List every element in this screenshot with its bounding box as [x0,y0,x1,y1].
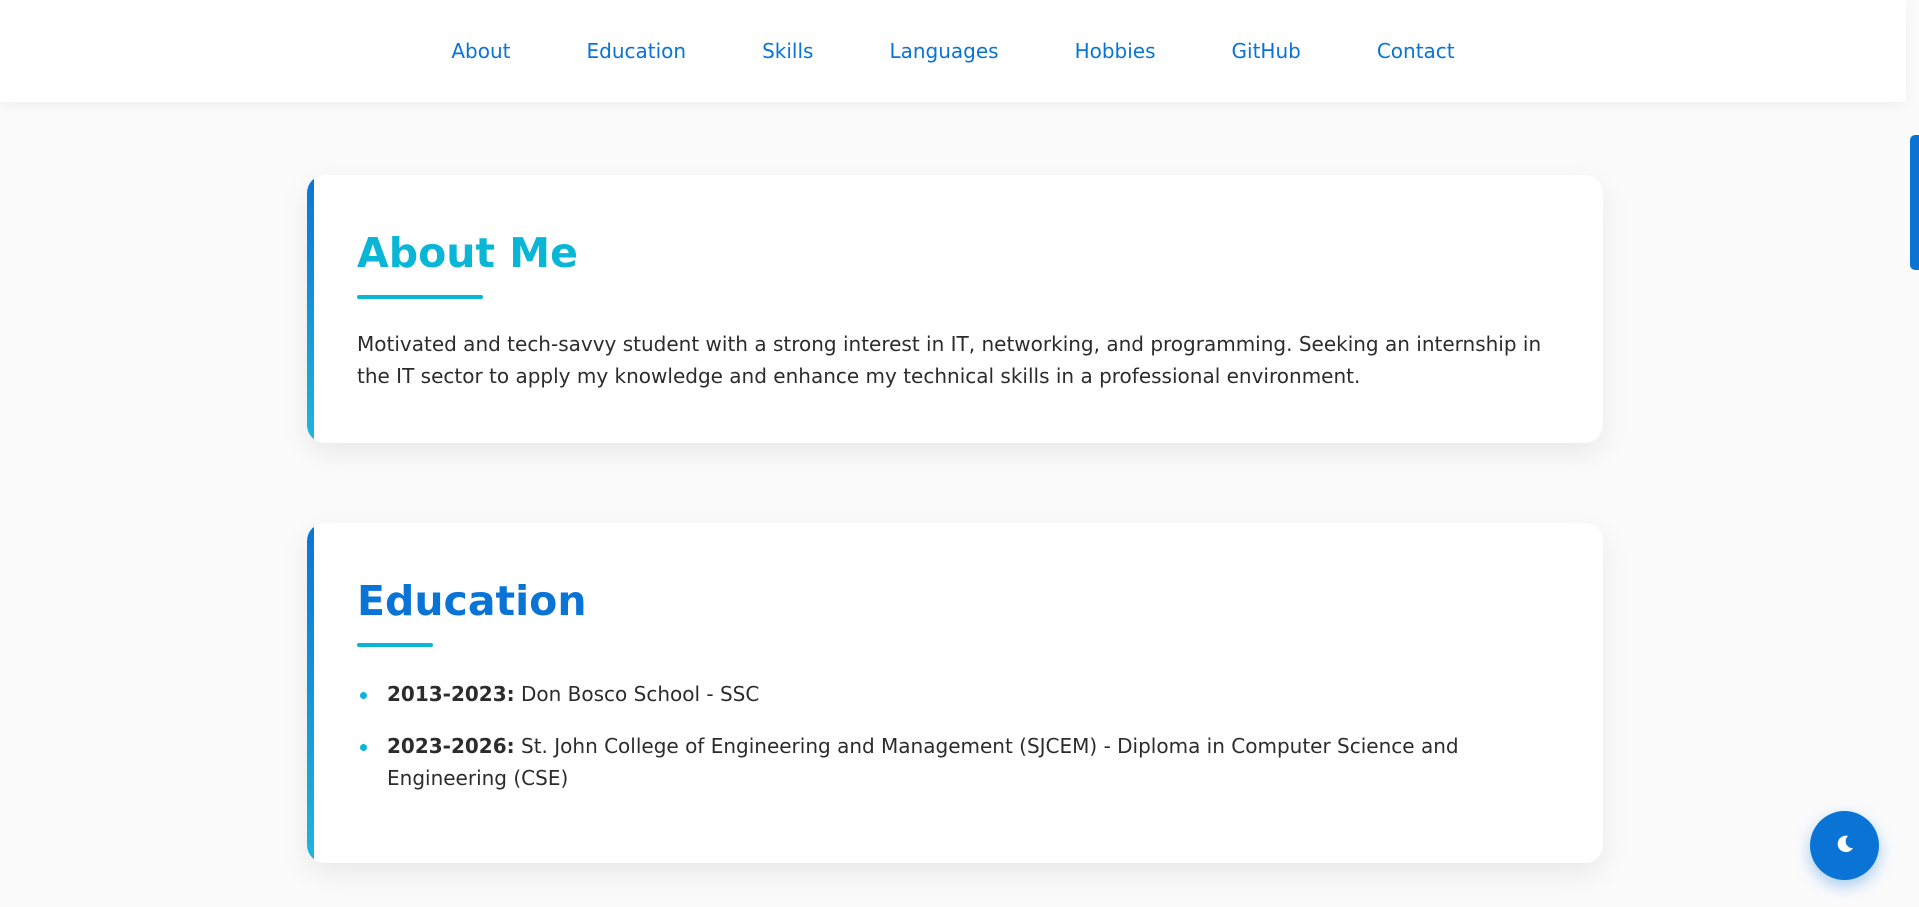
nav-link-contact[interactable]: Contact [1377,39,1455,63]
nav-link-education[interactable]: Education [586,39,686,63]
education-detail: St. John College of Engineering and Mana… [387,734,1459,790]
education-detail: Don Bosco School - SSC [521,682,760,706]
nav-link-languages[interactable]: Languages [889,39,998,63]
nav-link-hobbies[interactable]: Hobbies [1075,39,1156,63]
about-text: Motivated and tech-savvy student with a … [357,332,1542,388]
education-years: 2013-2023: [387,682,515,706]
nav-link-github[interactable]: GitHub [1232,39,1301,63]
education-card: Education 2013-2023: Don Bosco School - … [307,523,1603,863]
nav-link-skills[interactable]: Skills [762,39,813,63]
education-list: 2013-2023: Don Bosco School - SSC 2023-2… [357,678,1557,814]
moon-icon [1834,833,1856,859]
education-title-underline [357,643,433,647]
education-years: 2023-2026: [387,734,515,758]
education-item: 2023-2026: St. John College of Engineeri… [357,730,1557,794]
top-navbar: About Education Skills Languages Hobbies… [0,0,1906,102]
theme-toggle-button[interactable] [1810,811,1879,880]
about-title-underline [357,295,483,299]
bullet-dot [360,744,367,751]
education-item: 2013-2023: Don Bosco School - SSC [357,678,1557,710]
scrollbar-thumb[interactable] [1910,135,1919,270]
about-card: About Me Motivated and tech-savvy studen… [307,175,1603,443]
education-title: Education [357,577,587,625]
bullet-dot [360,692,367,699]
nav-link-about[interactable]: About [451,39,510,63]
about-title: About Me [357,229,578,277]
nav-links: About Education Skills Languages Hobbies… [413,39,1492,63]
